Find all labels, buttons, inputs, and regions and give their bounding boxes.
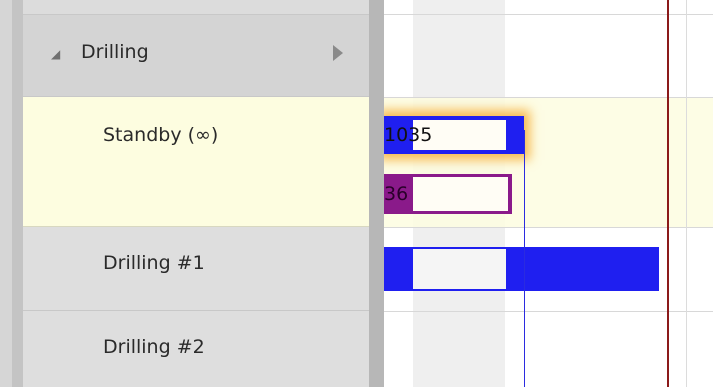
gantt-timeline[interactable]: 1035 36 (384, 0, 713, 387)
tree-inner-border (12, 0, 23, 387)
tree-row-drilling-1[interactable]: Drilling #1 (23, 227, 369, 311)
tree-row-standby[interactable]: Standby (∞) (23, 97, 369, 227)
task-bar-label: 36 (384, 183, 409, 205)
row-label-drilling-2: Drilling #2 (103, 336, 205, 358)
task-bar-standby-1035[interactable]: 1035 (384, 116, 524, 154)
row-gridline (384, 14, 713, 15)
selection-cursor-line (524, 130, 525, 387)
tree-group-drilling[interactable]: ◢ Drilling (23, 14, 369, 97)
row-gridline (384, 97, 713, 98)
collapse-triangle-icon[interactable]: ◢ (51, 47, 60, 61)
chevron-right-icon[interactable] (333, 45, 343, 61)
task-bar-drilling-1[interactable] (384, 247, 659, 291)
row-label-standby: Standby (∞) (103, 124, 219, 146)
current-time-line (667, 0, 669, 387)
row-gridline (384, 227, 713, 228)
tree-left-border (0, 0, 12, 387)
task-bar-label: 1035 (384, 124, 433, 146)
task-bar-standby-36[interactable]: 36 (384, 174, 512, 214)
group-label: Drilling (81, 41, 149, 63)
row-label-drilling-1: Drilling #1 (103, 252, 205, 274)
row-gridline (384, 311, 713, 312)
panel-splitter[interactable] (369, 0, 384, 387)
tree-row-drilling-2[interactable]: Drilling #2 (23, 311, 369, 387)
column-gridline (686, 0, 687, 387)
